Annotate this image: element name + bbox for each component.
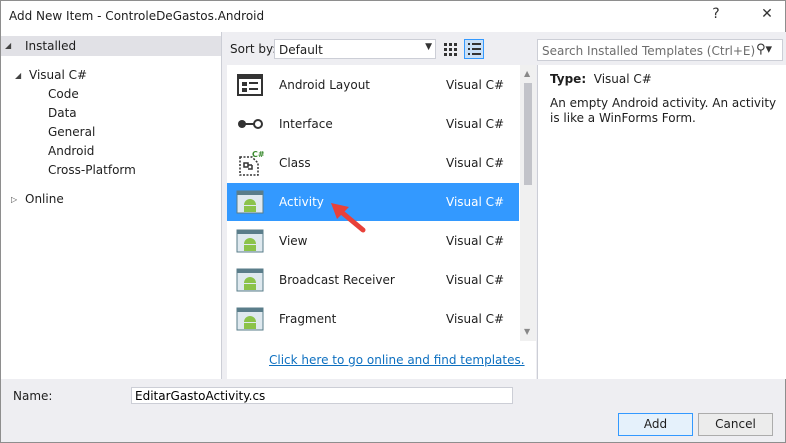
android-activity-icon	[236, 190, 264, 214]
android-receiver-icon	[236, 268, 264, 292]
template-item-class[interactable]: C# Class Visual C#	[227, 144, 519, 182]
template-language: Visual C#	[446, 273, 505, 287]
close-button[interactable]: ✕	[752, 6, 782, 22]
annotation-arrow-icon	[331, 203, 366, 233]
class-icon: C#	[239, 150, 264, 176]
template-list-scrollbar[interactable]: ▲ ▼	[520, 65, 536, 341]
template-name: Activity	[279, 195, 324, 209]
tree-item-android[interactable]: Android	[48, 144, 94, 158]
help-button[interactable]: ?	[701, 6, 731, 22]
template-item-view[interactable]: View Visual C#	[227, 222, 519, 260]
templates-toolbar: Sort by: Default ▼ Search Installed Temp…	[223, 32, 786, 65]
template-name: View	[279, 234, 308, 248]
template-name: Interface	[279, 117, 333, 131]
template-item-interface[interactable]: Interface Visual C#	[227, 105, 519, 143]
name-label: Name:	[13, 389, 53, 403]
tree-item-cross-platform[interactable]: Cross-Platform	[48, 163, 136, 177]
template-name: Broadcast Receiver	[279, 273, 395, 287]
file-name-input[interactable]	[131, 387, 513, 404]
scrollbar-thumb[interactable]	[524, 83, 532, 185]
dialog-footer: Name: Add Cancel	[1, 379, 785, 442]
type-label: Type:	[550, 72, 587, 86]
search-placeholder: Search Installed Templates (Ctrl+E)	[542, 44, 756, 58]
search-templates-input[interactable]: Search Installed Templates (Ctrl+E) ⚲▾	[537, 39, 783, 61]
cancel-button[interactable]: Cancel	[698, 413, 773, 436]
scroll-up-icon[interactable]: ▲	[524, 69, 530, 78]
template-language: Visual C#	[446, 312, 505, 326]
android-view-icon	[236, 229, 264, 253]
template-type-row: Type: Visual C#	[550, 72, 652, 86]
android-fragment-icon	[236, 307, 264, 331]
chevron-down-icon: ▼	[425, 42, 432, 52]
template-language: Visual C#	[446, 234, 505, 248]
tree-item-installed-label: Installed	[25, 39, 77, 53]
grid-view-button[interactable]	[440, 39, 460, 59]
template-list: Android Layout Visual C# Interface Visua…	[227, 65, 536, 379]
interface-icon	[238, 119, 263, 129]
expand-icon[interactable]: ▷	[11, 195, 17, 204]
tree-item-data[interactable]: Data	[48, 106, 77, 120]
template-name: Class	[279, 156, 311, 170]
category-tree: ◢ Installed ◢ Visual C# Code Data Genera…	[1, 32, 222, 379]
template-language: Visual C#	[446, 195, 505, 209]
template-language: Visual C#	[446, 78, 505, 92]
tree-item-online-label: Online	[25, 192, 64, 206]
template-item-activity[interactable]: Activity Visual C#	[227, 183, 519, 221]
template-language: Visual C#	[446, 156, 505, 170]
grid-view-icon	[444, 43, 457, 56]
add-button[interactable]: Add	[618, 413, 693, 436]
tree-item-installed[interactable]: ◢ Installed	[1, 36, 221, 56]
svg-text:C#: C#	[252, 150, 264, 159]
type-value: Visual C#	[593, 72, 652, 86]
template-name: Android Layout	[279, 78, 371, 92]
template-item-android-layout[interactable]: Android Layout Visual C#	[227, 66, 519, 104]
template-item-fragment[interactable]: Fragment Visual C#	[227, 300, 519, 338]
scroll-down-icon[interactable]: ▼	[524, 327, 530, 336]
template-language: Visual C#	[446, 117, 505, 131]
add-new-item-dialog: Add New Item - ControleDeGastos.Android …	[0, 0, 786, 443]
tree-item-visual-csharp-label: Visual C#	[29, 68, 88, 82]
search-icon[interactable]: ⚲▾	[756, 42, 772, 57]
collapse-icon[interactable]: ◢	[15, 71, 21, 80]
window-title: Add New Item - ControleDeGastos.Android	[9, 9, 265, 23]
list-view-icon	[468, 43, 481, 55]
sort-by-label: Sort by:	[230, 42, 277, 56]
sort-by-dropdown[interactable]: Default ▼	[274, 39, 436, 59]
tree-item-general[interactable]: General	[48, 125, 95, 139]
collapse-icon[interactable]: ◢	[5, 41, 11, 50]
title-bar: Add New Item - ControleDeGastos.Android …	[1, 1, 785, 32]
android-layout-icon	[237, 74, 263, 96]
list-view-button[interactable]	[464, 39, 484, 59]
template-details-pane: Type: Visual C# An empty Android activit…	[537, 65, 786, 379]
tree-item-code[interactable]: Code	[48, 87, 79, 101]
find-templates-online-link[interactable]: Click here to go online and find templat…	[269, 353, 525, 367]
template-name: Fragment	[279, 312, 337, 326]
template-item-broadcast-receiver[interactable]: Broadcast Receiver Visual C#	[227, 261, 519, 299]
template-description: An empty Android activity. An activity i…	[550, 96, 777, 125]
sort-by-value: Default	[279, 43, 323, 57]
